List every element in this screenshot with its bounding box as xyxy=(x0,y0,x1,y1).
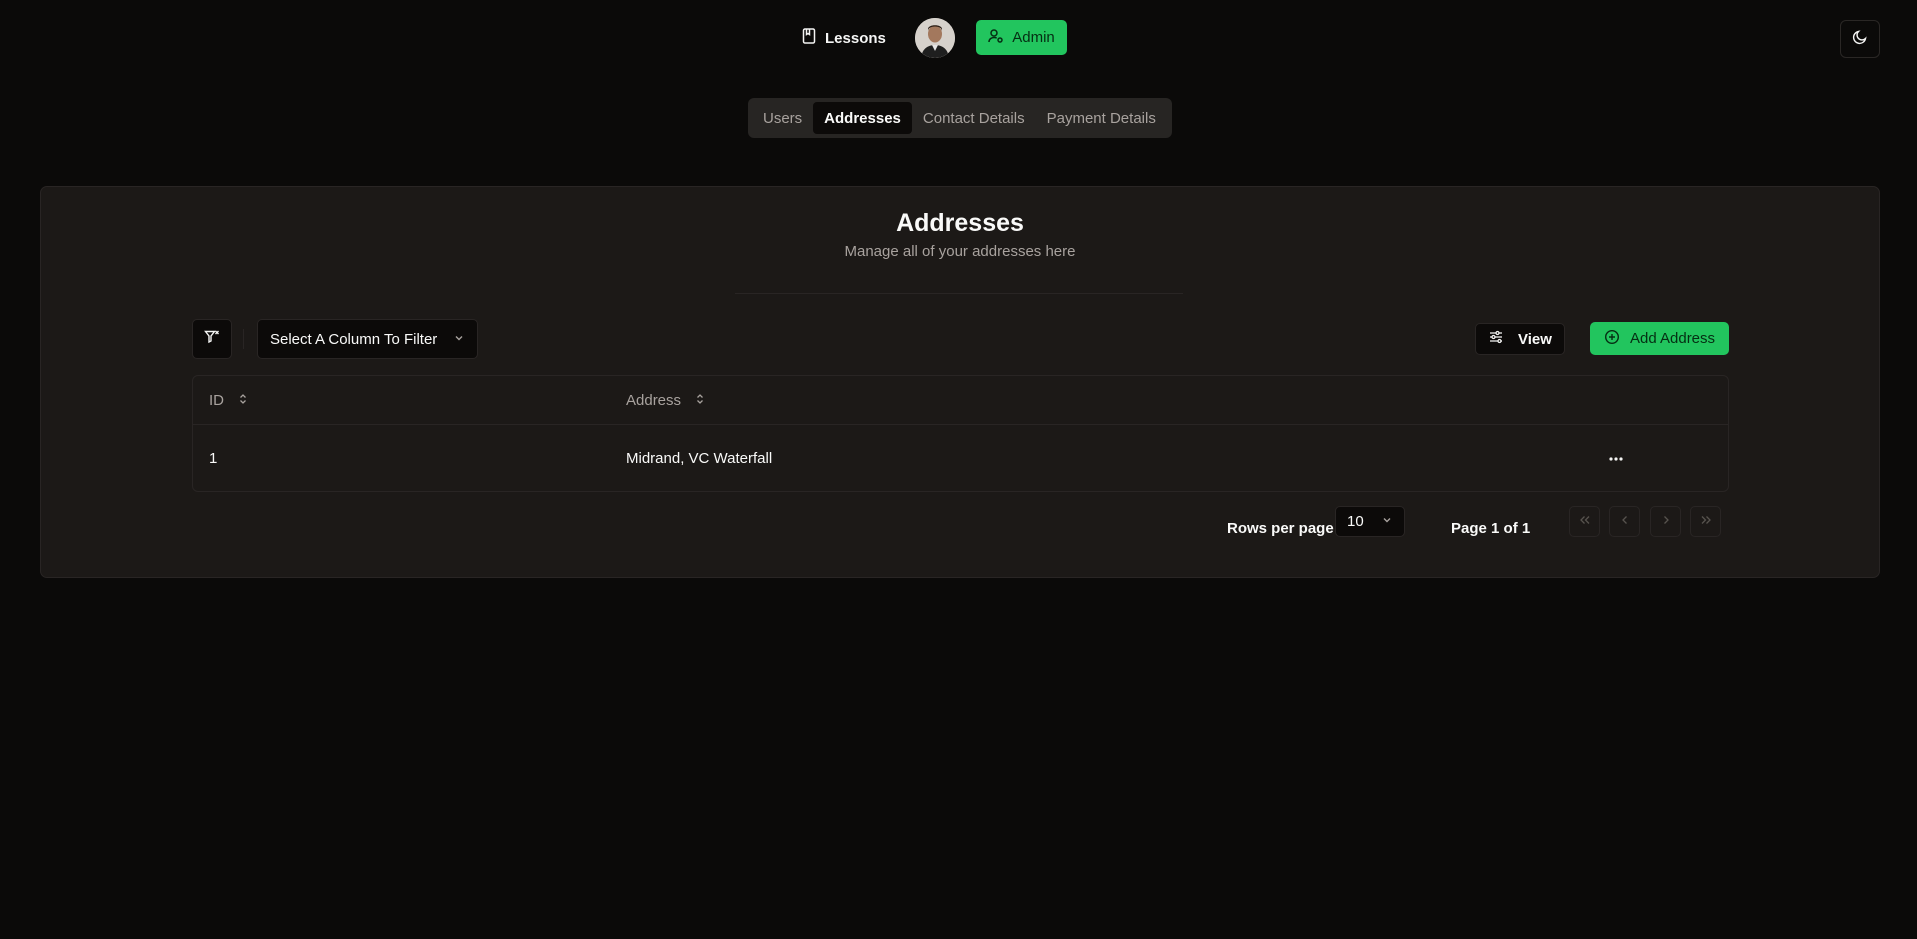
chevron-left-icon xyxy=(1619,513,1631,531)
tab-users[interactable]: Users xyxy=(752,102,813,134)
tab-contact-details[interactable]: Contact Details xyxy=(912,102,1036,134)
add-address-button[interactable]: Add Address xyxy=(1590,322,1729,355)
book-icon xyxy=(802,28,816,48)
sort-icon xyxy=(695,392,705,409)
next-page-button[interactable] xyxy=(1650,506,1681,537)
column-header-label: ID xyxy=(209,391,224,409)
view-label: View xyxy=(1518,330,1552,348)
tab-list: Users Addresses Contact Details Payment … xyxy=(748,98,1172,138)
chevrons-right-icon xyxy=(1699,513,1713,531)
row-actions-button[interactable] xyxy=(1604,447,1628,469)
admin-label: Admin xyxy=(1012,29,1055,46)
column-header-label: Address xyxy=(626,391,682,409)
user-cog-icon xyxy=(988,28,1004,48)
clear-filter-button[interactable] xyxy=(192,319,232,359)
tab-payment-details[interactable]: Payment Details xyxy=(1036,102,1167,134)
plus-circle-icon xyxy=(1604,329,1620,349)
column-filter-label: Select A Column To Filter xyxy=(270,330,438,348)
chevrons-left-icon xyxy=(1578,513,1592,531)
column-header-id[interactable]: ID xyxy=(209,376,248,424)
admin-button[interactable]: Admin xyxy=(976,20,1067,55)
table-header: ID Address xyxy=(193,376,1728,425)
more-horizontal-icon xyxy=(1608,449,1624,467)
cell-id: 1 xyxy=(209,449,218,467)
chevron-down-icon xyxy=(1381,513,1393,530)
addresses-table: ID Address 1 Midrand, VC Waterfall xyxy=(192,375,1729,492)
addresses-card: Addresses Manage all of your addresses h… xyxy=(40,186,1880,578)
view-options-button[interactable]: View xyxy=(1475,323,1565,355)
first-page-button[interactable] xyxy=(1569,506,1600,537)
cell-address: Midrand, VC Waterfall xyxy=(626,449,773,467)
rows-per-page-select[interactable]: 10 xyxy=(1335,506,1405,537)
toolbar-separator xyxy=(243,329,244,349)
lessons-label: Lessons xyxy=(825,29,886,47)
page-indicator: Page 1 of 1 xyxy=(1451,519,1531,537)
column-filter-select[interactable]: Select A Column To Filter xyxy=(257,319,478,359)
add-address-label: Add Address xyxy=(1629,330,1716,347)
top-nav: Lessons Admin xyxy=(0,18,1917,58)
table-row[interactable]: 1 Midrand, VC Waterfall xyxy=(193,425,1728,491)
filter-x-icon xyxy=(204,329,220,350)
rows-per-page-value: 10 xyxy=(1347,513,1364,530)
page-title: Addresses xyxy=(896,209,1024,237)
sliders-icon xyxy=(1488,329,1504,349)
page-subtitle: Manage all of your addresses here xyxy=(844,243,1076,260)
rows-per-page-label: Rows per page xyxy=(1227,519,1334,537)
divider xyxy=(735,293,1183,294)
last-page-button[interactable] xyxy=(1690,506,1721,537)
theme-toggle-button[interactable] xyxy=(1840,20,1880,58)
column-header-address[interactable]: Address xyxy=(626,376,705,424)
previous-page-button[interactable] xyxy=(1609,506,1640,537)
chevron-right-icon xyxy=(1660,513,1672,531)
chevron-down-icon xyxy=(453,331,465,348)
tab-addresses[interactable]: Addresses xyxy=(813,102,912,134)
moon-icon xyxy=(1852,29,1868,50)
avatar[interactable] xyxy=(915,18,955,58)
lessons-link[interactable]: Lessons xyxy=(802,20,886,56)
sort-icon xyxy=(238,392,248,409)
